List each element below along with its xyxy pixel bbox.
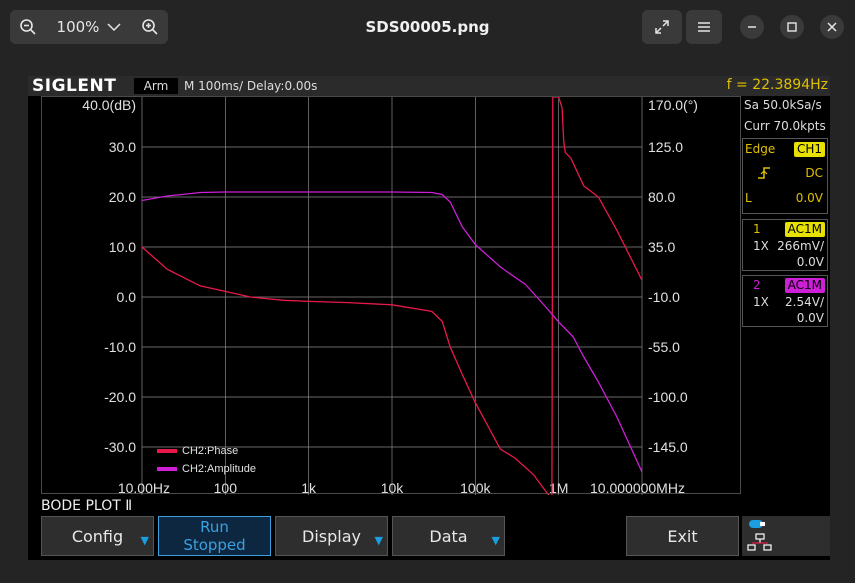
y-right-tick-label: -100.0 [648,389,688,405]
channel-1-offset: 0.0V [796,255,824,269]
y-right-tick-label: -55.0 [648,339,680,355]
exit-label: Exit [667,526,698,546]
y-left-tick-label: -30.0 [104,439,136,455]
minimize-button[interactable] [740,15,764,39]
display-softkey[interactable]: Display ▼ [275,516,388,556]
channel-1-scale: 266mV/ [777,239,824,253]
y-right-tick-label: 170.0(°) [648,97,698,113]
trigger-coupling: DC [805,166,823,180]
exit-softkey[interactable]: Exit [626,516,739,556]
legend-swatch [157,467,177,471]
frequency-readout: f = 22.3894Hz [726,77,828,93]
y-left-tick-label: -10.0 [104,339,136,355]
y-right-tick-label: 35.0 [648,239,675,255]
brand-logo: SIGLENT [32,76,117,96]
y-left-tick-label: 40.0(dB) [82,97,136,113]
channel-2-probe: 1X [753,295,769,309]
data-label: Data [429,526,468,546]
bode-plot: 40.0(dB) 30.0 20.0 10.0 0.0 -10.0 -20.0 -30.0 17… [41,96,741,495]
x-tick-label: 100k [460,480,491,495]
x-tick-label: 10.000000MHz [590,480,685,495]
run-label: Run [200,518,229,536]
legend-label: CH2:Amplitude [182,463,256,475]
submenu-arrow-icon: ▼ [140,534,149,547]
mode-title: BODE PLOT Ⅱ [41,498,133,514]
network-status [742,516,830,556]
legend-label: CH2:Phase [182,445,238,457]
trigger-level: 0.0V [795,191,823,205]
channel-2-panel[interactable]: 2 AC1M 1X 2.54V/ 0.0V [742,275,828,327]
channel-2-number: 2 [753,278,761,292]
timebase-readout: M 100ms/ Delay:0.00s [184,79,318,93]
channel-1-panel[interactable]: 1 AC1M 1X 266mV/ 0.0V [742,219,828,271]
close-icon [827,22,837,32]
trigger-state: Arm [134,78,178,94]
fullscreen-button[interactable] [642,10,682,44]
viewer-header: 100% SDS00005.png [0,0,855,56]
y-right-tick-label: -10.0 [648,289,680,305]
network-icon [747,520,772,551]
minimize-icon [748,26,756,28]
maximize-button[interactable] [780,15,804,39]
hamburger-menu-icon [698,22,710,32]
x-tick-label: 10k [381,480,405,495]
x-tick-label: 100 [214,480,238,495]
y-left-tick-label: 10.0 [109,239,136,255]
y-left-tick-label: 20.0 [109,189,136,205]
trigger-level-label: L [745,191,752,205]
channel-1-probe: 1X [753,239,769,253]
config-label: Config [71,526,124,546]
channel-2-offset: 0.0V [796,311,824,325]
stopped-label: Stopped [183,536,246,554]
run-stop-softkey[interactable]: Run Stopped [158,516,271,556]
trigger-panel[interactable]: Edge CH1 DC L 0.0V [742,138,828,214]
y-left-tick-label: 30.0 [109,139,136,155]
trigger-type: Edge [745,142,776,156]
scope-status-bar: SIGLENT Arm M 100ms/ Delay:0.00s f = 22.… [28,76,830,96]
maximize-icon [787,22,797,32]
rising-edge-icon [758,167,770,179]
data-softkey[interactable]: Data ▼ [392,516,505,556]
y-right-tick-label: -145.0 [648,439,688,455]
trigger-source-badge: CH1 [793,142,825,157]
memory-depth: Curr 70.0kpts [744,119,826,133]
submenu-arrow-icon: ▼ [374,534,383,547]
y-right-tick-label: 80.0 [648,189,675,205]
x-tick-label: 1k [301,480,317,495]
sample-rate: Sa 50.0kSa/s [744,98,822,112]
channel-1-coupling-badge: AC1M [784,222,825,237]
file-title: SDS00005.png [365,18,490,36]
x-tick-label: 10.00Hz [118,480,170,495]
y-left-tick-label: 0.0 [117,289,137,305]
channel-1-number: 1 [753,222,761,236]
legend-swatch [157,449,177,453]
main-menu-button[interactable] [686,10,722,44]
bode-plot-svg: 40.0(dB) 30.0 20.0 10.0 0.0 -10.0 -20.0 -30.0 17… [82,97,698,495]
y-left-tick-label: -20.0 [104,389,136,405]
channel-2-coupling-badge: AC1M [784,278,825,293]
channel-2-scale: 2.54V/ [785,295,824,309]
close-button[interactable] [820,15,844,39]
y-right-tick-label: 125.0 [648,139,683,155]
display-label: Display [302,526,361,546]
submenu-arrow-icon: ▼ [491,534,500,547]
config-softkey[interactable]: Config ▼ [41,516,154,556]
fullscreen-icon [655,20,669,34]
scope-screen: SIGLENT Arm M 100ms/ Delay:0.00s f = 22.… [28,76,830,560]
